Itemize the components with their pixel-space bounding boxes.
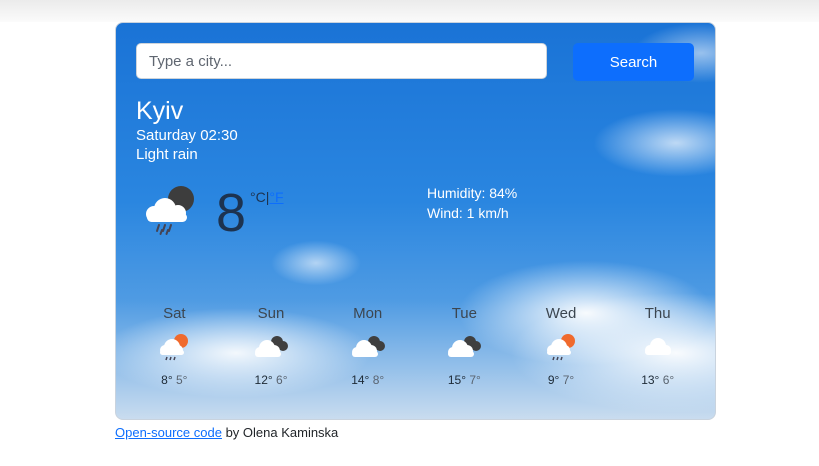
footer: Open-source code by Olena Kaminska xyxy=(115,425,338,440)
author-credit: by Olena Kaminska xyxy=(221,425,339,440)
weather-card: Search Kyiv Saturday 02:30 Light rain 8 … xyxy=(115,22,716,420)
rain-sun-icon xyxy=(513,329,610,365)
forecast: Sat 8° 5° Sun 12° 6° Mon 14° 8° Tue 15° … xyxy=(126,305,706,387)
current-temperature: 8 xyxy=(216,183,247,243)
fahrenheit-link[interactable]: °F xyxy=(269,189,283,205)
forecast-day-name: Thu xyxy=(644,305,671,322)
forecast-day: Wed 9° 7° xyxy=(513,305,610,387)
celsius-unit: °C xyxy=(250,189,266,205)
current-date: Saturday 02:30 xyxy=(136,127,238,144)
forecast-day: Thu 13° 6° xyxy=(609,305,706,387)
forecast-day-name: Sun xyxy=(257,305,285,322)
forecast-temps: 9° 7° xyxy=(547,373,575,387)
forecast-day: Sat 8° 5° xyxy=(126,305,223,387)
search-button[interactable]: Search xyxy=(573,43,694,81)
broken-clouds-icon xyxy=(223,329,320,365)
city-search-input[interactable] xyxy=(136,43,547,79)
forecast-day-name: Sat xyxy=(163,305,186,322)
forecast-day: Sun 12° 6° xyxy=(223,305,320,387)
cloud-icon xyxy=(609,329,706,365)
temperature-units: °C|°F xyxy=(250,189,284,205)
forecast-day: Mon 14° 8° xyxy=(319,305,416,387)
broken-clouds-icon xyxy=(416,329,513,365)
broken-clouds-icon xyxy=(319,329,416,365)
rain-cloud-moon-icon xyxy=(141,185,197,242)
weather-description: Light rain xyxy=(136,146,198,163)
rain-sun-icon xyxy=(126,329,223,365)
forecast-temps: 12° 6° xyxy=(254,373,288,387)
humidity: Humidity: 84% xyxy=(427,185,518,201)
forecast-temps: 15° 7° xyxy=(447,373,481,387)
forecast-day-name: Mon xyxy=(353,305,383,322)
forecast-day-name: Tue xyxy=(451,305,477,322)
forecast-day: Tue 15° 7° xyxy=(416,305,513,387)
source-code-link[interactable]: Open-source code xyxy=(115,425,222,440)
browser-top-bar xyxy=(0,0,819,22)
forecast-temps: 13° 6° xyxy=(641,373,675,387)
city-name: Kyiv xyxy=(136,97,184,125)
forecast-day-name: Wed xyxy=(545,305,577,322)
wind: Wind: 1 km/h xyxy=(427,205,509,221)
forecast-temps: 8° 5° xyxy=(161,373,188,387)
forecast-temps: 14° 8° xyxy=(351,373,385,387)
